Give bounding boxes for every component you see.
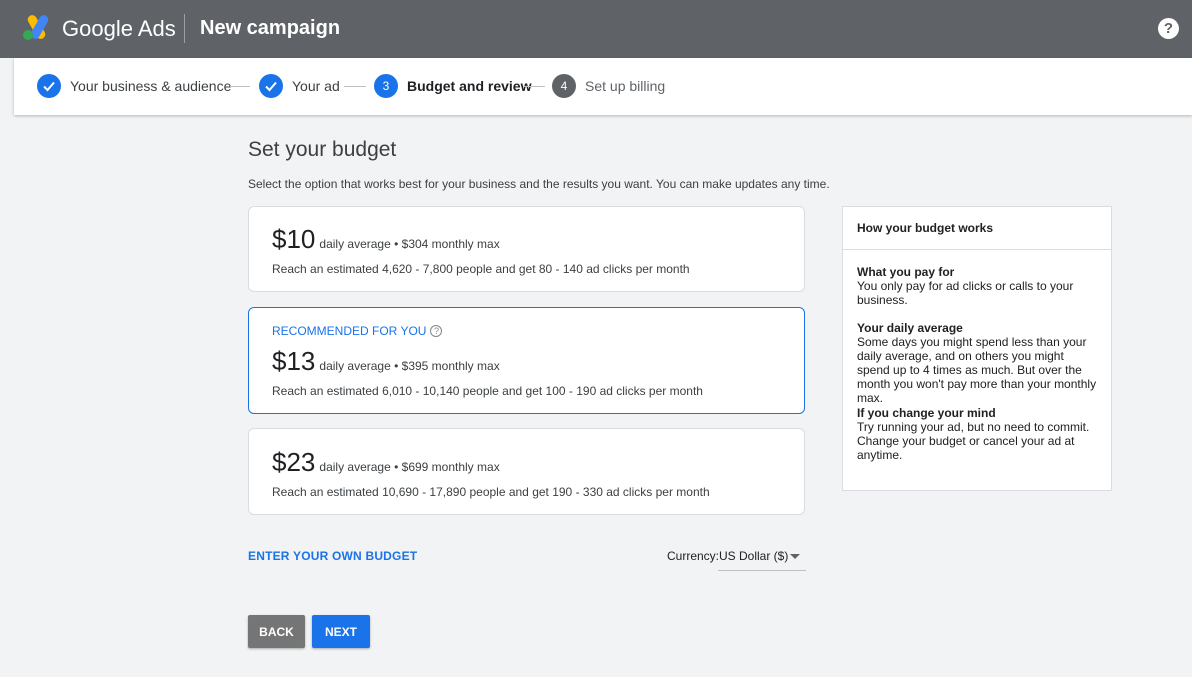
help-circle-icon[interactable]: ? — [430, 325, 443, 337]
check-circle-icon — [259, 74, 283, 98]
step-budget-review[interactable]: 3 Budget and review — [374, 74, 531, 98]
step-your-ad[interactable]: Your ad — [259, 74, 340, 98]
header-divider — [184, 14, 185, 43]
step-connector — [344, 86, 366, 87]
page-title: Set your budget — [248, 138, 397, 161]
budget-amount: $10 — [272, 224, 316, 254]
page-subtitle: Select the option that works best for yo… — [248, 177, 830, 191]
step-label: Budget and review — [407, 78, 532, 94]
budget-amount-row: $13 daily average • $395 monthly max — [272, 346, 500, 377]
section-heading: If you change your mind — [857, 406, 996, 420]
brand-name: Google Ads — [62, 16, 176, 41]
next-button[interactable]: NEXT — [312, 615, 370, 648]
currency-select[interactable]: US Dollar ($) — [718, 543, 806, 571]
budget-info-panel: How your budget works What you pay for Y… — [842, 206, 1112, 491]
budget-option-23[interactable]: $23 daily average • $699 monthly max Rea… — [248, 428, 805, 515]
budget-info: daily average • $395 monthly max — [319, 359, 500, 373]
budget-amount: $13 — [272, 346, 316, 376]
page-heading: New campaign — [200, 17, 341, 39]
step-number-badge: 4 — [552, 74, 576, 98]
section-heading: What you pay for — [857, 265, 955, 279]
step-label: Set up billing — [585, 78, 666, 94]
budget-info: daily average • $699 monthly max — [319, 460, 500, 474]
currency-value: US Dollar ($) — [719, 549, 789, 563]
budget-option-13[interactable]: RECOMMENDED FOR YOU ? $13 daily average … — [248, 307, 805, 414]
section-heading: Your daily average — [857, 321, 963, 335]
step-number-badge: 3 — [374, 74, 398, 98]
budget-info: daily average • $304 monthly max — [319, 237, 500, 251]
progress-stepper: Your business & audience Your ad 3 Budge… — [14, 58, 1192, 115]
recommended-label: RECOMMENDED FOR YOU ? — [272, 324, 443, 338]
budget-amount-row: $23 daily average • $699 monthly max — [272, 447, 500, 478]
check-circle-icon — [37, 74, 61, 98]
currency-label: Currency: — [667, 549, 720, 563]
enter-own-budget-link[interactable]: ENTER YOUR OWN BUDGET — [248, 549, 417, 563]
step-label: Your ad — [292, 78, 340, 94]
step-label: Your business & audience — [70, 78, 232, 94]
step-business-audience[interactable]: Your business & audience — [37, 74, 231, 98]
top-app-bar: Google Ads New campaign ? — [0, 0, 1192, 58]
budget-reach: Reach an estimated 6,010 - 10,140 people… — [272, 384, 703, 398]
recommended-text: RECOMMENDED FOR YOU — [272, 324, 427, 338]
section-body: Try running your ad, but no need to comm… — [857, 420, 1090, 462]
help-icon[interactable]: ? — [1158, 18, 1179, 39]
step-connector — [523, 86, 545, 87]
step-connector — [230, 86, 250, 87]
dropdown-arrow-icon — [790, 554, 800, 559]
back-button[interactable]: BACK — [248, 615, 305, 648]
section-body: Some days you might spend less than your… — [857, 335, 1097, 405]
step-billing[interactable]: 4 Set up billing — [552, 74, 665, 98]
panel-section-daily-average: Your daily average Some days you might s… — [857, 321, 1097, 405]
budget-reach: Reach an estimated 10,690 - 17,890 peopl… — [272, 485, 710, 499]
panel-section-change-mind: If you change your mind Try running your… — [857, 406, 1097, 462]
budget-reach: Reach an estimated 4,620 - 7,800 people … — [272, 262, 690, 276]
budget-amount-row: $10 daily average • $304 monthly max — [272, 224, 500, 255]
google-ads-logo-icon[interactable] — [22, 15, 52, 41]
budget-option-10[interactable]: $10 daily average • $304 monthly max Rea… — [248, 206, 805, 292]
budget-amount: $23 — [272, 447, 316, 477]
panel-title: How your budget works — [843, 207, 1111, 250]
section-body: You only pay for ad clicks or calls to y… — [857, 279, 1074, 307]
panel-section-pay: What you pay for You only pay for ad cli… — [857, 265, 1097, 307]
